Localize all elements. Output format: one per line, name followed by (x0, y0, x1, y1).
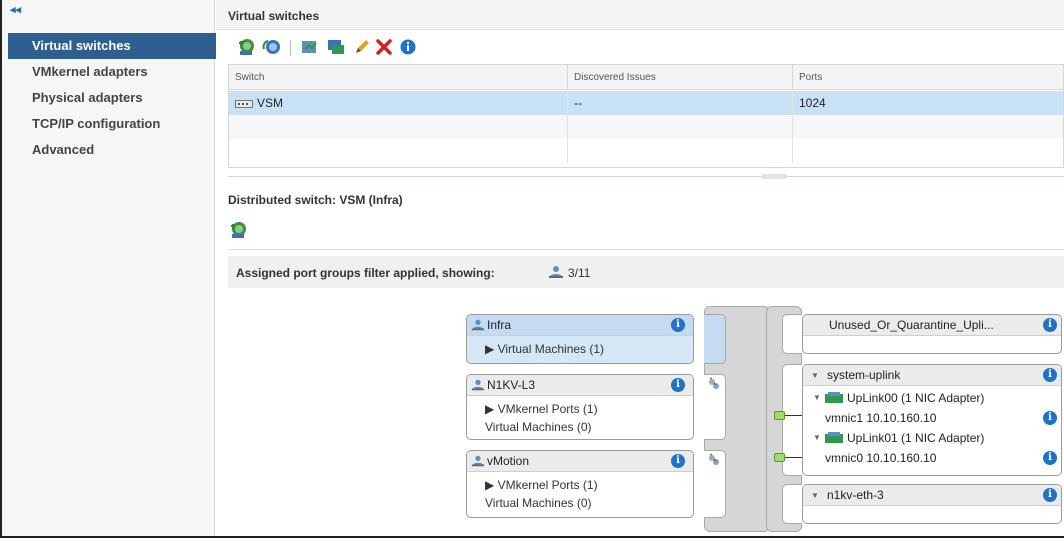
nav-item-physical-adapters[interactable]: Physical adapters (8, 85, 216, 111)
uplink-group-system-uplink[interactable]: ▼ system-uplink i ▼ UpLink00 (1 NIC Adap… (802, 364, 1062, 476)
view-settings-icon[interactable] (326, 37, 346, 57)
vmkernel-ports-expander[interactable]: ▶ VMkernel Ports (1) (467, 400, 693, 418)
switch-icon (235, 100, 253, 108)
distributed-switch-title: Distributed switch: VSM (Infra) (228, 193, 403, 207)
table-row[interactable]: VSM -- 1024 (229, 91, 1063, 115)
column-header-ports[interactable]: Ports (793, 65, 1063, 90)
trunk-notch (782, 364, 802, 476)
nav-item-vmkernel-adapters[interactable]: VMkernel adapters (8, 59, 216, 85)
port-group-icon (471, 379, 485, 391)
nav-item-tcpip-configuration[interactable]: TCP/IP configuration (8, 111, 216, 137)
add-host-networking-icon[interactable] (228, 220, 248, 240)
port-link-icon (709, 377, 719, 389)
info-icon[interactable]: i (671, 318, 685, 332)
uplink-connector (774, 453, 785, 462)
virtual-machines-expander[interactable]: ▶ Virtual Machines (1) (467, 336, 693, 360)
info-icon[interactable]: i (671, 454, 685, 468)
info-icon[interactable]: i (1043, 318, 1057, 332)
trunk-notch (704, 314, 726, 364)
port-group-vmotion[interactable]: vMotion i ▶ VMkernel Ports (1) Virtual M… (466, 450, 694, 518)
port-group-name: Infra (487, 318, 512, 332)
uplink-port-name: UpLink00 (1 NIC Adapter) (847, 391, 985, 405)
info-icon[interactable]: i (1043, 411, 1057, 425)
uplink-port-name: UpLink01 (1 NIC Adapter) (847, 431, 985, 445)
collapse-icon[interactable]: ▼ (811, 485, 819, 506)
section-title: Virtual switches (228, 9, 320, 23)
vmkernel-ports-expander[interactable]: ▶ VMkernel Ports (1) (467, 476, 693, 494)
port-group-header: vMotion i (467, 451, 693, 472)
uplink-group-n1kv-eth-3[interactable]: ▼ n1kv-eth-3 i (802, 484, 1062, 524)
splitter-grip[interactable] (761, 174, 787, 179)
port-group-header: Infra i (467, 315, 693, 336)
filter-text: Assigned port groups filter applied, sho… (236, 266, 495, 280)
physical-nic[interactable]: vmnic1 10.10.160.10 i (803, 408, 1061, 428)
uplink-group-header: Unused_Or_Quarantine_Upli... i (803, 315, 1061, 336)
cell-switch: VSM (229, 91, 568, 115)
sidebar: ◂◂ Virtual switches VMkernel adapters Ph… (0, 0, 216, 538)
info-icon[interactable]: i (1043, 368, 1057, 382)
port-group-infra[interactable]: Infra i ▶ Virtual Machines (1) (466, 314, 694, 364)
nav-item-virtual-switches[interactable]: Virtual switches (8, 33, 216, 59)
switch-name: VSM (257, 96, 284, 110)
uplink-connector (774, 411, 785, 420)
nic-label: vmnic0 10.10.160.10 (825, 451, 937, 465)
cell-discovered-issues: -- (568, 91, 793, 115)
collapse-icon[interactable]: ▼ (813, 388, 821, 408)
uplink-group-header: ▼ n1kv-eth-3 i (803, 485, 1061, 506)
collapse-sidebar-icon[interactable]: ◂◂ (10, 3, 21, 16)
virtual-machines-label: Virtual Machines (0) (485, 496, 592, 510)
toolbar-separator (290, 40, 291, 56)
column-header-switch[interactable]: Switch (229, 65, 568, 90)
info-icon[interactable]: i (1043, 451, 1057, 465)
physical-nic[interactable]: vmnic0 10.10.160.10 i (803, 448, 1061, 468)
info-icon[interactable] (398, 37, 418, 57)
main-panel: Virtual switches Switch Discovered Issue… (0, 0, 1064, 538)
uplink-group-name: system-uplink (827, 368, 901, 382)
nic-label: vmnic1 10.10.160.10 (825, 411, 937, 425)
edit-icon[interactable] (352, 37, 372, 57)
table-row-empty (229, 139, 1063, 163)
refresh-network-icon[interactable] (262, 37, 282, 57)
virtual-switches-table: Switch Discovered Issues Ports VSM -- 10… (228, 64, 1064, 168)
port-group-icon (471, 319, 485, 331)
trunk-notch (782, 314, 802, 354)
uplink-port[interactable]: ▼ UpLink00 (1 NIC Adapter) (803, 388, 1061, 408)
panel-splitter[interactable] (228, 176, 1064, 177)
port-group-name: vMotion (487, 454, 530, 468)
uplink-port[interactable]: ▼ UpLink01 (1 NIC Adapter) (803, 428, 1061, 448)
nic-icon (825, 392, 843, 403)
info-icon[interactable]: i (1043, 488, 1057, 502)
uplink-group-name: n1kv-eth-3 (827, 488, 884, 502)
cell-ports: 1024 (799, 96, 826, 110)
add-host-networking-icon[interactable] (236, 37, 256, 57)
remove-icon[interactable] (374, 37, 394, 57)
port-group-filter-bar: Assigned port groups filter applied, sho… (228, 256, 1064, 288)
collapse-icon[interactable]: ▼ (813, 428, 821, 448)
port-group-header: N1KV-L3 i (467, 375, 693, 396)
virtual-machines-label: Virtual Machines (0) (485, 420, 592, 434)
port-group-icon (549, 266, 563, 278)
uplink-group-name: Unused_Or_Quarantine_Upli... (829, 318, 994, 332)
port-group-icon (471, 455, 485, 467)
filter-count: 3/11 (568, 266, 591, 280)
migrate-networking-icon[interactable] (300, 37, 320, 57)
info-icon[interactable]: i (671, 378, 685, 392)
nic-icon (825, 432, 843, 443)
port-group-name: N1KV-L3 (487, 378, 536, 392)
section-title-bar: Virtual switches (216, 0, 1064, 30)
column-header-discovered-issues[interactable]: Discovered Issues (568, 65, 793, 90)
nav-item-advanced[interactable]: Advanced (8, 137, 216, 163)
port-link-icon (709, 453, 719, 465)
table-row-empty (229, 115, 1063, 139)
divider (228, 249, 1064, 250)
uplink-group-header: ▼ system-uplink i (803, 365, 1061, 386)
collapse-icon[interactable]: ▼ (811, 365, 819, 386)
trunk-notch (782, 484, 802, 524)
port-group-n1kv-l3[interactable]: N1KV-L3 i ▶ VMkernel Ports (1) Virtual M… (466, 374, 694, 440)
uplink-group-unused[interactable]: Unused_Or_Quarantine_Upli... i (802, 314, 1062, 354)
